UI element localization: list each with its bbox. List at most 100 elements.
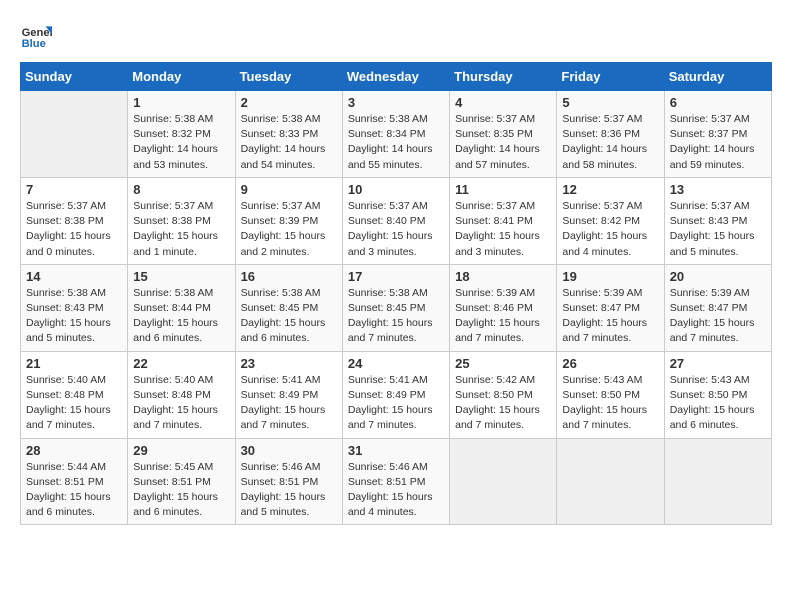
calendar-cell: 17 Sunrise: 5:38 AM Sunset: 8:45 PM Dayli… [342, 264, 449, 351]
calendar-cell: 16Sunrise: 5:38 AM Sunset: 8:45 PM Dayli… [235, 264, 342, 351]
calendar-cell: 9 Sunrise: 5:37 AM Sunset: 8:39 PM Daylig… [235, 177, 342, 264]
day-number: 20 [670, 269, 766, 284]
svg-text:Blue: Blue [22, 38, 46, 50]
day-info: Sunrise: 5:37 AM Sunset: 8:38 PM Dayligh… [26, 199, 122, 260]
day-info: Sunrise: 5:43 AM Sunset: 8:50 PM Dayligh… [562, 373, 658, 434]
calendar-cell: 2 Sunrise: 5:38 AM Sunset: 8:33 PM Daylig… [235, 91, 342, 178]
day-info: Sunrise: 5:38 AM Sunset: 8:33 PM Dayligh… [241, 112, 337, 173]
day-info: Sunrise: 5:38 AM Sunset: 8:32 PM Dayligh… [133, 112, 229, 173]
calendar-cell: 15 Sunrise: 5:38 AM Sunset: 8:44 PM Dayli… [128, 264, 235, 351]
day-info: Sunrise: 5:40 AM Sunset: 8:48 PM Dayligh… [26, 373, 122, 434]
day-info: Sunrise: 5:40 AM Sunset: 8:48 PM Dayligh… [133, 373, 229, 434]
day-info: Sunrise: 5:37 AM Sunset: 8:36 PM Dayligh… [562, 112, 658, 173]
header-row: SundayMondayTuesdayWednesdayThursdayFrid… [21, 63, 772, 91]
day-number: 22 [133, 356, 229, 371]
calendar-cell: 11Sunrise: 5:37 AM Sunset: 8:41 PM Dayli… [450, 177, 557, 264]
calendar-cell [21, 91, 128, 178]
logo: General Blue [20, 20, 56, 52]
day-header-wednesday: Wednesday [342, 63, 449, 91]
calendar-cell: 23 Sunrise: 5:41 AM Sunset: 8:49 PM Dayli… [235, 351, 342, 438]
day-info: Sunrise: 5:39 AM Sunset: 8:46 PM Dayligh… [455, 286, 551, 347]
day-number: 11 [455, 182, 551, 197]
day-info: Sunrise: 5:38 AM Sunset: 8:44 PM Dayligh… [133, 286, 229, 347]
day-info: Sunrise: 5:42 AM Sunset: 8:50 PM Dayligh… [455, 373, 551, 434]
day-info: Sunrise: 5:39 AM Sunset: 8:47 PM Dayligh… [670, 286, 766, 347]
calendar-cell: 18Sunrise: 5:39 AM Sunset: 8:46 PM Dayli… [450, 264, 557, 351]
day-number: 25 [455, 356, 551, 371]
day-info: Sunrise: 5:41 AM Sunset: 8:49 PM Dayligh… [348, 373, 444, 434]
week-row-4: 28 Sunrise: 5:44 AM Sunset: 8:51 PM Dayli… [21, 438, 772, 525]
svg-text:General: General [22, 27, 52, 39]
day-info: Sunrise: 5:37 AM Sunset: 8:38 PM Dayligh… [133, 199, 229, 260]
day-number: 9 [241, 182, 337, 197]
calendar-cell: 25 Sunrise: 5:42 AM Sunset: 8:50 PM Dayli… [450, 351, 557, 438]
day-number: 23 [241, 356, 337, 371]
calendar-cell: 28 Sunrise: 5:44 AM Sunset: 8:51 PM Dayli… [21, 438, 128, 525]
calendar-cell: 13 Sunrise: 5:37 AM Sunset: 8:43 PM Dayli… [664, 177, 771, 264]
day-number: 10 [348, 182, 444, 197]
day-number: 5 [562, 95, 658, 110]
day-info: Sunrise: 5:37 AM Sunset: 8:35 PM Dayligh… [455, 112, 551, 173]
day-number: 13 [670, 182, 766, 197]
calendar-cell [450, 438, 557, 525]
calendar-cell: 19 Sunrise: 5:39 AM Sunset: 8:47 PM Dayli… [557, 264, 664, 351]
calendar-cell: 21Sunrise: 5:40 AM Sunset: 8:48 PM Dayli… [21, 351, 128, 438]
calendar-cell: 8 Sunrise: 5:37 AM Sunset: 8:38 PM Daylig… [128, 177, 235, 264]
calendar-cell: 22 Sunrise: 5:40 AM Sunset: 8:48 PM Dayli… [128, 351, 235, 438]
calendar-cell: 20 Sunrise: 5:39 AM Sunset: 8:47 PM Dayli… [664, 264, 771, 351]
calendar-cell: 26 Sunrise: 5:43 AM Sunset: 8:50 PM Dayli… [557, 351, 664, 438]
day-number: 31 [348, 443, 444, 458]
logo-icon: General Blue [20, 20, 52, 52]
day-info: Sunrise: 5:37 AM Sunset: 8:39 PM Dayligh… [241, 199, 337, 260]
day-info: Sunrise: 5:45 AM Sunset: 8:51 PM Dayligh… [133, 460, 229, 521]
day-number: 1 [133, 95, 229, 110]
week-row-1: 7Sunrise: 5:37 AM Sunset: 8:38 PM Daylig… [21, 177, 772, 264]
day-info: Sunrise: 5:37 AM Sunset: 8:43 PM Dayligh… [670, 199, 766, 260]
calendar-cell: 29 Sunrise: 5:45 AM Sunset: 8:51 PM Dayli… [128, 438, 235, 525]
day-info: Sunrise: 5:37 AM Sunset: 8:37 PM Dayligh… [670, 112, 766, 173]
header: General Blue [20, 20, 772, 52]
day-number: 2 [241, 95, 337, 110]
week-row-2: 14 Sunrise: 5:38 AM Sunset: 8:43 PM Dayli… [21, 264, 772, 351]
day-number: 19 [562, 269, 658, 284]
day-info: Sunrise: 5:37 AM Sunset: 8:42 PM Dayligh… [562, 199, 658, 260]
day-info: Sunrise: 5:38 AM Sunset: 8:43 PM Dayligh… [26, 286, 122, 347]
calendar-cell: 10Sunrise: 5:37 AM Sunset: 8:40 PM Dayli… [342, 177, 449, 264]
day-number: 12 [562, 182, 658, 197]
calendar-cell: 6 Sunrise: 5:37 AM Sunset: 8:37 PM Daylig… [664, 91, 771, 178]
day-header-saturday: Saturday [664, 63, 771, 91]
calendar-cell: 7Sunrise: 5:37 AM Sunset: 8:38 PM Daylig… [21, 177, 128, 264]
day-number: 17 [348, 269, 444, 284]
day-number: 29 [133, 443, 229, 458]
calendar-cell: 4 Sunrise: 5:37 AM Sunset: 8:35 PM Daylig… [450, 91, 557, 178]
day-number: 24 [348, 356, 444, 371]
day-header-sunday: Sunday [21, 63, 128, 91]
day-info: Sunrise: 5:39 AM Sunset: 8:47 PM Dayligh… [562, 286, 658, 347]
week-row-3: 21Sunrise: 5:40 AM Sunset: 8:48 PM Dayli… [21, 351, 772, 438]
day-number: 30 [241, 443, 337, 458]
day-number: 4 [455, 95, 551, 110]
calendar-cell: 1 Sunrise: 5:38 AM Sunset: 8:32 PM Daylig… [128, 91, 235, 178]
calendar-cell: 30Sunrise: 5:46 AM Sunset: 8:51 PM Dayli… [235, 438, 342, 525]
day-number: 16 [241, 269, 337, 284]
day-number: 27 [670, 356, 766, 371]
calendar-table: SundayMondayTuesdayWednesdayThursdayFrid… [20, 62, 772, 525]
day-info: Sunrise: 5:41 AM Sunset: 8:49 PM Dayligh… [241, 373, 337, 434]
calendar-cell: 24 Sunrise: 5:41 AM Sunset: 8:49 PM Dayli… [342, 351, 449, 438]
day-number: 14 [26, 269, 122, 284]
day-number: 8 [133, 182, 229, 197]
day-number: 6 [670, 95, 766, 110]
calendar-cell [664, 438, 771, 525]
calendar-cell: 3Sunrise: 5:38 AM Sunset: 8:34 PM Daylig… [342, 91, 449, 178]
day-number: 28 [26, 443, 122, 458]
day-info: Sunrise: 5:38 AM Sunset: 8:45 PM Dayligh… [348, 286, 444, 347]
day-header-monday: Monday [128, 63, 235, 91]
calendar-cell: 14 Sunrise: 5:38 AM Sunset: 8:43 PM Dayli… [21, 264, 128, 351]
day-info: Sunrise: 5:44 AM Sunset: 8:51 PM Dayligh… [26, 460, 122, 521]
day-info: Sunrise: 5:38 AM Sunset: 8:34 PM Dayligh… [348, 112, 444, 173]
calendar-cell: 27 Sunrise: 5:43 AM Sunset: 8:50 PM Dayli… [664, 351, 771, 438]
day-header-friday: Friday [557, 63, 664, 91]
day-number: 15 [133, 269, 229, 284]
day-info: Sunrise: 5:43 AM Sunset: 8:50 PM Dayligh… [670, 373, 766, 434]
day-number: 26 [562, 356, 658, 371]
